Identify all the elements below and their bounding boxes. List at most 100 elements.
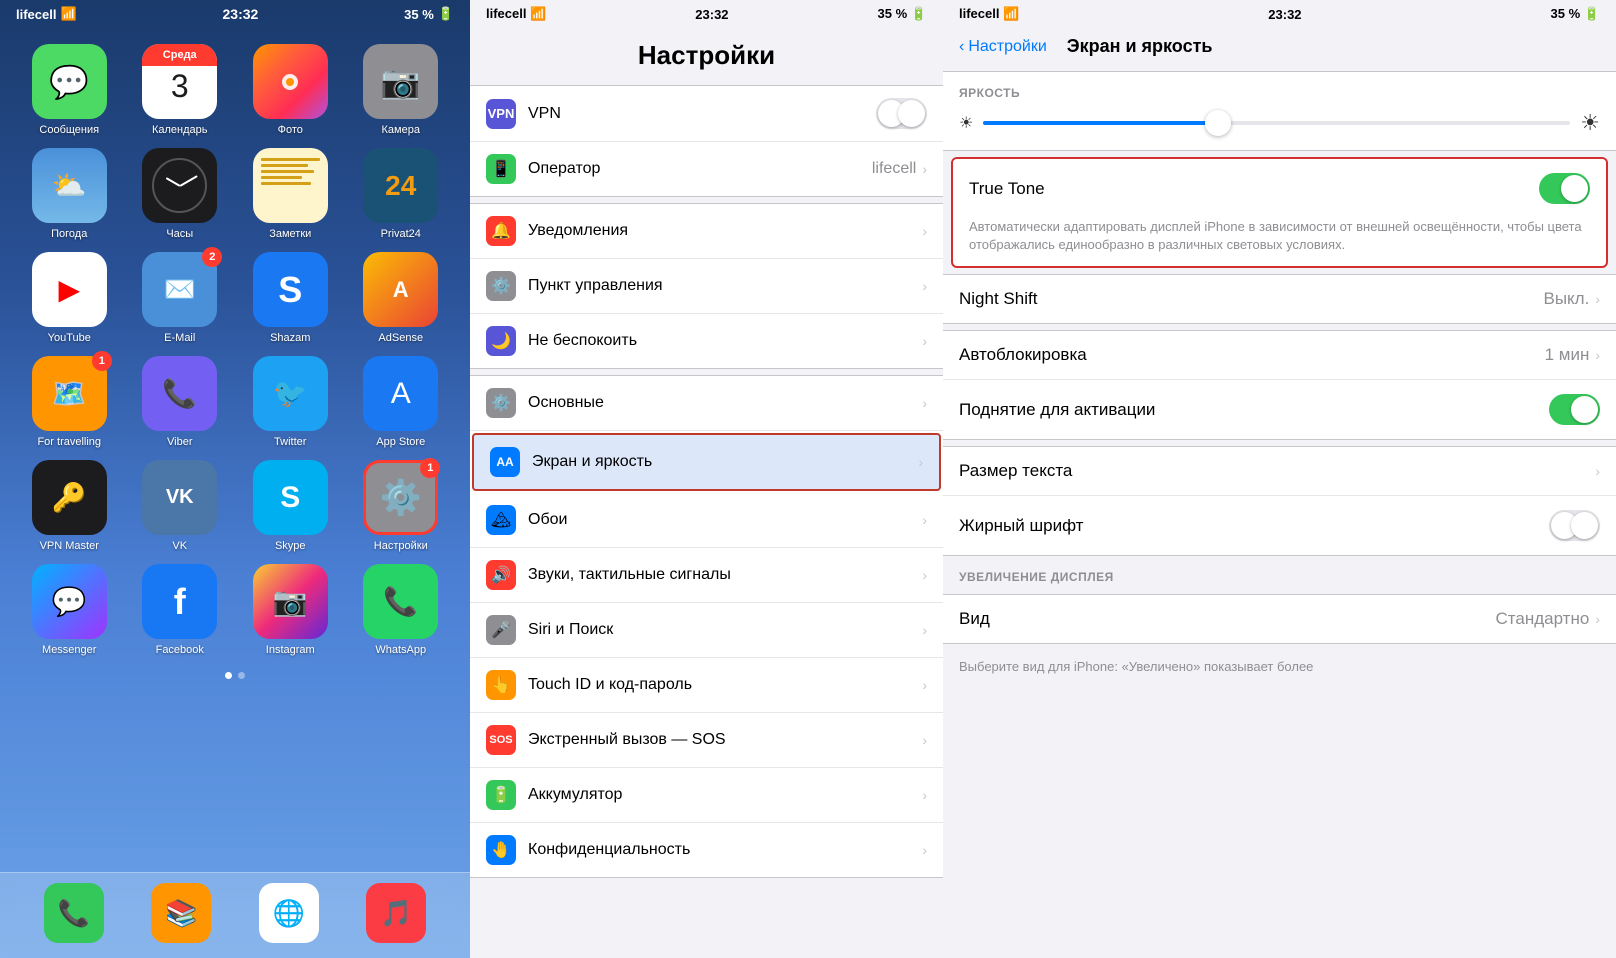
brightness-section: ЯРКОСТЬ ☀ ☀	[943, 71, 1616, 151]
settings-row-sounds[interactable]: 🔊 Звуки, тактильные сигналы ›	[470, 548, 943, 603]
autolock-label: Автоблокировка	[959, 345, 1545, 365]
home-wifi-icon: 📶	[60, 6, 76, 22]
app-skype-icon: S	[253, 460, 328, 535]
app-facebook[interactable]: f Facebook	[131, 564, 230, 656]
boldtext-toggle[interactable]	[1549, 510, 1600, 541]
brightness-label: ЯРКОСТЬ	[959, 86, 1600, 100]
app-settings-label: Настройки	[374, 540, 428, 552]
display-row-textsize[interactable]: Размер текста ›	[943, 447, 1616, 496]
raisewake-toggle[interactable]	[1549, 394, 1600, 425]
settings-row-privacy[interactable]: 🤚 Конфиденциальность ›	[470, 823, 943, 877]
settings-row-general[interactable]: ⚙️ Основные ›	[470, 376, 943, 431]
app-messenger[interactable]: 💬 Messenger	[20, 564, 119, 656]
app-camera[interactable]: 📷 Камера	[352, 44, 451, 136]
app-photos[interactable]: Фото	[241, 44, 340, 136]
settings-row-dnd[interactable]: 🌙 Не беспокоить ›	[470, 314, 943, 368]
back-button[interactable]: ‹ Настройки	[959, 38, 1047, 56]
settings-vpn-icon: VPN	[486, 99, 516, 129]
app-clock-label: Часы	[166, 228, 193, 240]
settings-control-label: Пункт управления	[528, 277, 922, 295]
textsize-chevron: ›	[1595, 463, 1600, 479]
app-privat24-label: Privat24	[381, 228, 421, 240]
app-twitter[interactable]: 🐦 Twitter	[241, 356, 340, 448]
brightness-slider[interactable]	[983, 121, 1570, 125]
settings-vpn-toggle[interactable]	[876, 98, 927, 129]
home-screen: lifecell 📶 23:32 35 % 🔋 💬 Сообщения Сред…	[0, 0, 470, 958]
app-appstore-label: App Store	[376, 436, 425, 448]
app-camera-label: Камера	[382, 124, 420, 136]
settings-row-display[interactable]: AA Экран и яркость ›	[472, 433, 941, 491]
display-row-autolock[interactable]: Автоблокировка 1 мин ›	[943, 331, 1616, 380]
app-shazam-label: Shazam	[270, 332, 310, 344]
dock-chrome[interactable]: 🌐	[259, 883, 319, 943]
app-calendar[interactable]: Среда 3 Календарь	[131, 44, 230, 136]
display-page-title: Экран и яркость	[1067, 36, 1213, 57]
app-travelling[interactable]: 🗺️ 1 For travelling	[20, 356, 119, 448]
settings-row-control[interactable]: ⚙️ Пункт управления ›	[470, 259, 943, 314]
home-status-left: lifecell 📶	[16, 6, 77, 22]
notes-line-3	[261, 170, 314, 173]
app-skype[interactable]: S Skype	[241, 460, 340, 552]
dock-phone[interactable]: 📞	[44, 883, 104, 943]
app-privat24[interactable]: 24 Privat24	[352, 148, 451, 240]
settings-row-sos[interactable]: SOS Экстренный вызов — SOS ›	[470, 713, 943, 768]
app-instagram[interactable]: 📷 Instagram	[241, 564, 340, 656]
app-twitter-label: Twitter	[274, 436, 306, 448]
app-messages[interactable]: 💬 Сообщения	[20, 44, 119, 136]
settings-display-label: Экран и яркость	[532, 453, 918, 471]
app-settings[interactable]: ⚙️ 1 Настройки	[352, 460, 451, 552]
settings-row-notifications[interactable]: 🔔 Уведомления ›	[470, 204, 943, 259]
settings-row-battery[interactable]: 🔋 Аккумулятор ›	[470, 768, 943, 823]
app-whatsapp[interactable]: 📞 WhatsApp	[352, 564, 451, 656]
settings-battery-label: Аккумулятор	[528, 786, 922, 804]
true-tone-description: Автоматически адаптировать дисплей iPhon…	[953, 218, 1606, 266]
settings-row-touchid[interactable]: 👆 Touch ID и код-пароль ›	[470, 658, 943, 713]
app-skype-label: Skype	[275, 540, 306, 552]
settings-operator-chevron: ›	[922, 161, 927, 177]
settings-siri-icon: 🎤	[486, 615, 516, 645]
settings-row-vpn[interactable]: VPN VPN	[470, 86, 943, 142]
app-camera-icon: 📷	[363, 44, 438, 119]
app-viber[interactable]: 📞 Viber	[131, 356, 230, 448]
app-shazam[interactable]: S Shazam	[241, 252, 340, 344]
app-weather[interactable]: ⛅ Погода	[20, 148, 119, 240]
app-appstore[interactable]: A App Store	[352, 356, 451, 448]
view-value: Стандартно	[1496, 609, 1590, 629]
notes-line-5	[261, 182, 311, 185]
display-row-view[interactable]: Вид Стандартно ›	[943, 595, 1616, 643]
brightness-thumb	[1205, 110, 1231, 136]
app-vk[interactable]: VK VK	[131, 460, 230, 552]
app-calendar-icon: Среда 3	[142, 44, 217, 119]
app-vpnmaster[interactable]: 🔑 VPN Master	[20, 460, 119, 552]
settings-row-siri[interactable]: 🎤 Siri и Поиск ›	[470, 603, 943, 658]
display-battery: 35 % 🔋	[1551, 6, 1600, 22]
display-row-nightshift[interactable]: Night Shift Выкл. ›	[943, 275, 1616, 323]
app-weather-label: Погода	[51, 228, 87, 240]
display-group-shift: Night Shift Выкл. ›	[943, 274, 1616, 324]
settings-siri-label: Siri и Поиск	[528, 621, 922, 639]
settings-control-icon: ⚙️	[486, 271, 516, 301]
home-status-right: 35 % 🔋	[404, 6, 454, 22]
dock-books[interactable]: 📚	[151, 883, 211, 943]
display-group-text: Размер текста › Жирный шрифт	[943, 446, 1616, 556]
settings-row-operator[interactable]: 📱 Оператор lifecell ›	[470, 142, 943, 196]
settings-title: Настройки	[470, 28, 943, 79]
settings-control-chevron: ›	[922, 278, 927, 294]
display-row-boldtext[interactable]: Жирный шрифт	[943, 496, 1616, 555]
settings-carrier-text: lifecell	[486, 6, 526, 21]
dock-music[interactable]: 🎵	[366, 883, 426, 943]
nightshift-chevron: ›	[1595, 291, 1600, 307]
app-viber-icon: 📞	[142, 356, 217, 431]
app-adsense-icon: A	[363, 252, 438, 327]
true-tone-toggle[interactable]	[1539, 173, 1590, 204]
app-notes[interactable]: Заметки	[241, 148, 340, 240]
display-row-raisewake[interactable]: Поднятие для активации	[943, 380, 1616, 439]
app-email[interactable]: ✉️ 2 E-Mail	[131, 252, 230, 344]
settings-dnd-label: Не беспокоить	[528, 332, 922, 350]
app-adsense[interactable]: A AdSense	[352, 252, 451, 344]
app-youtube[interactable]: ▶ YouTube	[20, 252, 119, 344]
settings-battery-chevron: ›	[922, 787, 927, 803]
settings-siri-chevron: ›	[922, 622, 927, 638]
settings-row-wallpaper[interactable]: 🏔 Обои ›	[470, 493, 943, 548]
app-clock[interactable]: Часы	[131, 148, 230, 240]
